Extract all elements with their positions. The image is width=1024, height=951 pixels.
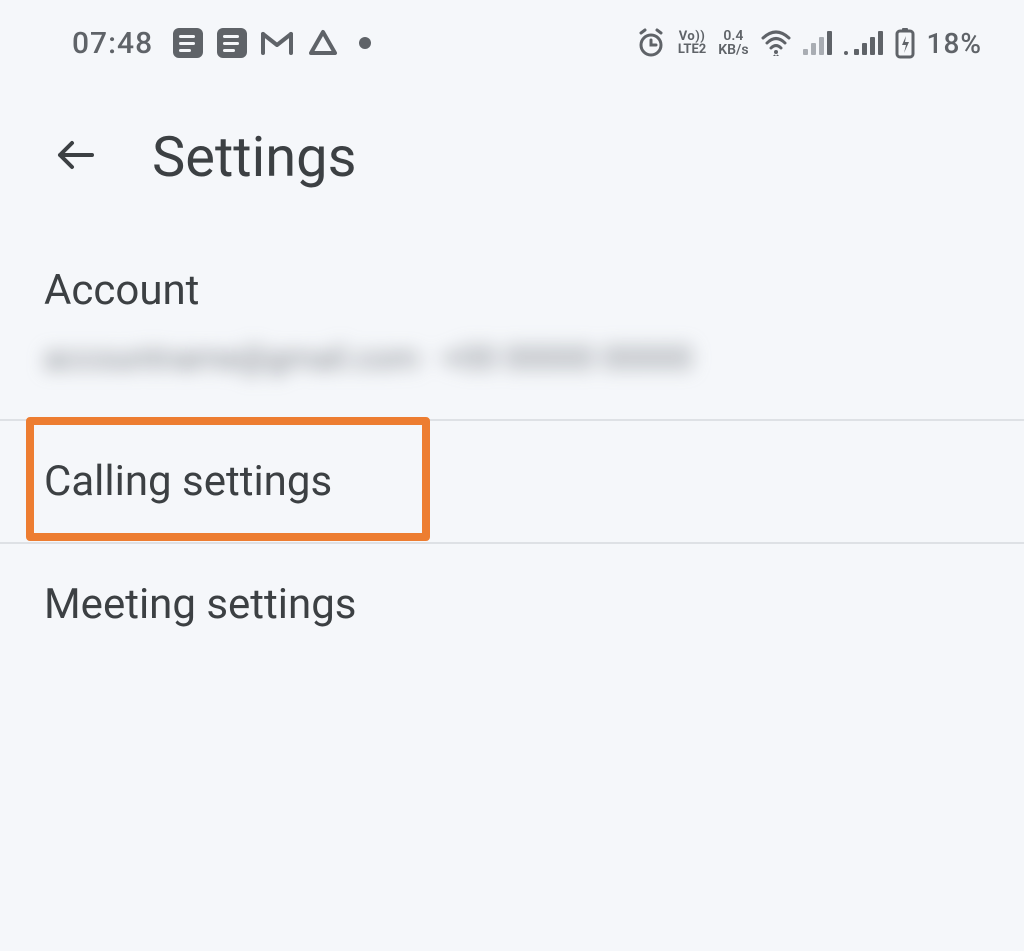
document-icon: [173, 28, 203, 58]
calling-settings-item[interactable]: Calling settings: [0, 421, 1024, 542]
status-bar: 07:48 Vo)) LTE2 0.4: [0, 0, 1024, 72]
battery-icon: [895, 27, 915, 59]
more-notifications-icon: [359, 37, 371, 49]
status-right: Vo)) LTE2 0.4 KB/s: [636, 27, 982, 60]
account-label: Account: [44, 266, 980, 315]
account-section[interactable]: Account accountname@gmail.com · +00 0000…: [0, 226, 1024, 419]
signal-sim1-icon: [803, 31, 832, 55]
meeting-settings-item[interactable]: Meeting settings: [0, 544, 1024, 665]
page-title: Settings: [152, 124, 356, 190]
account-value-redacted: accountname@gmail.com · +00 00000 00000: [44, 339, 824, 377]
wifi-icon: [761, 30, 791, 56]
signal-sim2-icon: [844, 31, 883, 55]
gmail-icon: [261, 30, 293, 56]
app-bar: Settings: [0, 72, 1024, 226]
back-button[interactable]: [52, 131, 100, 183]
document-icon: [217, 28, 247, 58]
status-time: 07:48: [72, 26, 153, 61]
volte-indicator: Vo)) LTE2: [678, 30, 706, 56]
drive-icon: [307, 28, 339, 58]
battery-percentage: 18%: [927, 27, 982, 60]
status-left: 07:48: [72, 26, 371, 61]
network-speed: 0.4 KB/s: [718, 29, 748, 57]
alarm-icon: [636, 28, 666, 58]
